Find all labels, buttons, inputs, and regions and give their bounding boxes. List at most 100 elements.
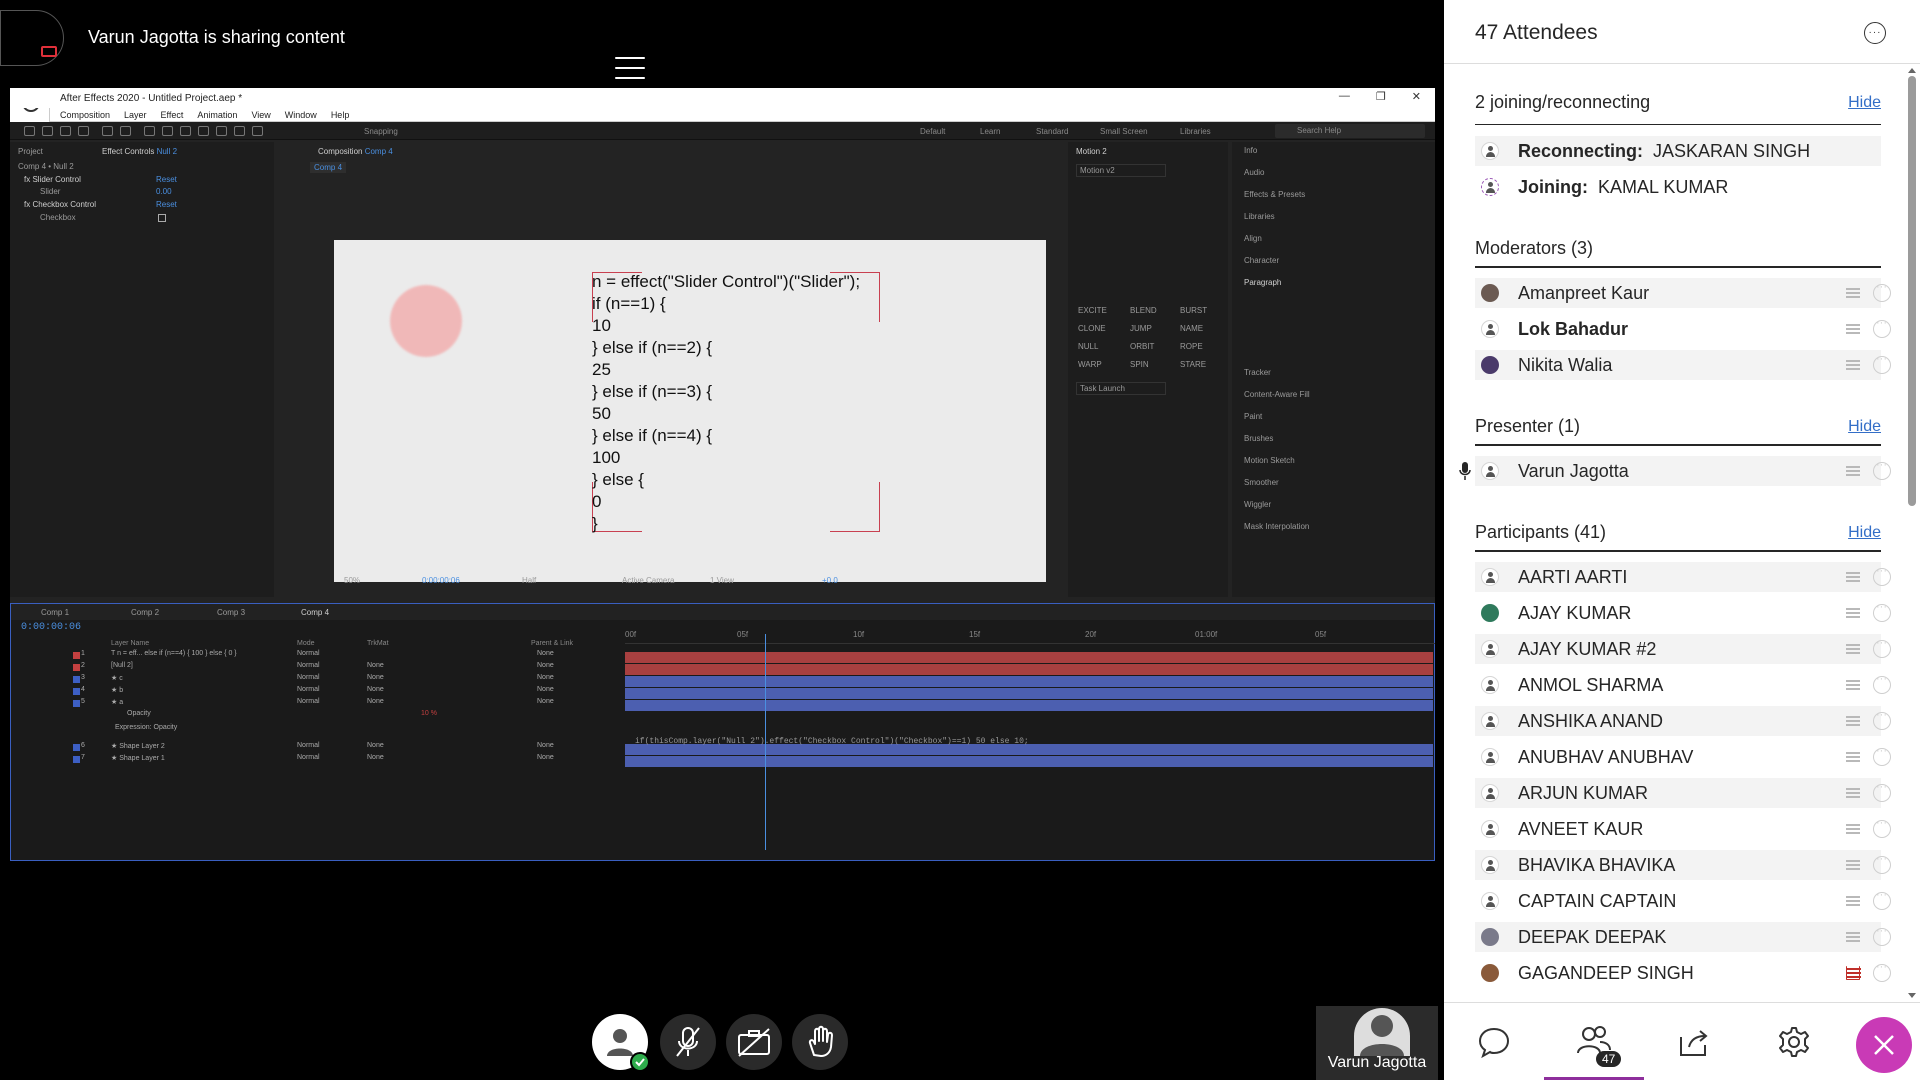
motion-button: WARP [1078, 360, 1102, 369]
joining-name: JASKARAN SINGH [1653, 141, 1811, 161]
attendee-more-icon[interactable] [1873, 781, 1891, 802]
share-content-tab[interactable] [1644, 1003, 1744, 1080]
avatar [1481, 676, 1499, 694]
settings-tab[interactable] [1744, 1003, 1844, 1080]
more-options-icon[interactable]: ··· [1864, 22, 1886, 44]
attendee-more-icon[interactable] [1873, 281, 1891, 302]
layer-row[interactable]: 4 ★ b Normal None None [11, 686, 611, 698]
scroll-down-icon[interactable] [1908, 993, 1916, 998]
layer-row[interactable]: 2 [Null 2] Normal None None [11, 662, 611, 674]
my-status-button[interactable] [592, 1014, 650, 1072]
attendee-row[interactable]: ANUBHAV ANUBHAV [1475, 742, 1891, 772]
avatar [1481, 784, 1499, 802]
attendee-row[interactable]: Amanpreet Kaur [1475, 278, 1891, 308]
attendee-menu-icon[interactable] [1846, 642, 1860, 656]
content-stage: Varun Jagotta is sharing content After E… [0, 0, 1444, 1080]
hide-presenter-link[interactable]: Hide [1848, 418, 1881, 436]
attendee-more-icon[interactable] [1873, 817, 1891, 838]
attendee-menu-icon[interactable] [1846, 894, 1860, 908]
attendee-more-icon[interactable] [1873, 459, 1891, 480]
attendee-row[interactable]: ARJUN KUMAR [1475, 778, 1891, 808]
attendee-more-icon[interactable] [1873, 889, 1891, 910]
attendee-name: AVNEET KAUR [1518, 819, 1644, 839]
close-panel-button[interactable] [1856, 1017, 1912, 1073]
hide-participants-link[interactable]: Hide [1848, 524, 1881, 542]
attendee-more-icon[interactable] [1873, 745, 1891, 766]
attendee-row[interactable]: AVNEET KAUR [1475, 814, 1891, 844]
attendee-menu-icon[interactable] [1846, 322, 1860, 336]
attendee-row[interactable]: AARTI AARTI [1475, 562, 1891, 592]
section-title: Presenter (1) [1475, 416, 1581, 436]
checkbox-icon [158, 214, 166, 222]
attendee-name: Lok Bahadur [1518, 319, 1629, 339]
microphone-button[interactable] [660, 1014, 716, 1070]
chat-tab[interactable] [1444, 1003, 1544, 1080]
attendee-menu-icon[interactable] [1846, 606, 1860, 620]
layer-row[interactable]: 3 ★ c Normal None None [11, 674, 611, 686]
attendees-tab[interactable]: 47 [1544, 1003, 1644, 1080]
presenter-video-tile[interactable]: Varun Jagotta [1316, 1006, 1438, 1080]
attendee-row[interactable]: GAGANDEEP SINGH [1475, 958, 1891, 988]
attendee-menu-icon[interactable] [1846, 750, 1860, 764]
attendee-row[interactable]: BHAVIKA BHAVIKA [1475, 850, 1891, 880]
attendee-row[interactable]: ANSHIKA ANAND [1475, 706, 1891, 736]
attendee-row[interactable]: Varun Jagotta [1459, 456, 1891, 486]
joining-item[interactable]: Reconnecting: JASKARAN SINGH [1475, 136, 1881, 166]
attendee-menu-icon[interactable] [1846, 358, 1860, 372]
attendee-menu-icon[interactable] [1846, 286, 1860, 300]
layer-row[interactable]: 6 ★ Shape Layer 2 Normal None None [11, 742, 611, 754]
session-menu-button[interactable] [0, 10, 645, 79]
layer-row[interactable]: 7 ★ Shape Layer 1 Normal None None [11, 754, 611, 766]
panel-info: Info [1244, 146, 1258, 155]
scroll-thumb[interactable] [1908, 76, 1916, 506]
attendee-more-icon[interactable] [1873, 637, 1891, 658]
attendee-row[interactable]: CAPTAIN CAPTAIN [1475, 886, 1891, 916]
attendee-menu-icon[interactable] [1846, 570, 1860, 584]
attendee-scrollbar[interactable] [1904, 64, 1920, 1002]
close-icon [1874, 1035, 1894, 1055]
attendee-row[interactable]: AJAY KUMAR [1475, 598, 1891, 628]
attendee-more-icon[interactable] [1873, 565, 1891, 586]
motion-panel-title: Motion 2 [1076, 147, 1107, 156]
attendee-menu-icon[interactable] [1846, 822, 1860, 836]
scroll-up-icon[interactable] [1908, 68, 1916, 73]
joining-text: Joining: KAMAL KUMAR [1518, 177, 1728, 198]
attendee-menu-icon[interactable] [1846, 678, 1860, 692]
opacity-property-row[interactable]: Opacity 10 % [11, 710, 611, 722]
attendee-menu-icon[interactable] [1846, 464, 1860, 478]
attendee-more-icon[interactable] [1873, 709, 1891, 730]
attendee-menu-icon[interactable] [1846, 786, 1860, 800]
ae-menu-item: Composition [60, 109, 111, 120]
attendee-menu-icon[interactable] [1846, 966, 1861, 980]
attendee-more-icon[interactable] [1873, 853, 1891, 874]
raise-hand-button[interactable] [792, 1014, 848, 1070]
attendee-row[interactable]: Nikita Walia [1475, 350, 1891, 380]
code-line: if (n==1) { [592, 294, 666, 313]
attendee-more-icon[interactable] [1873, 925, 1891, 946]
timeline-tab: Comp 4 [301, 608, 330, 617]
attendee-more-icon[interactable] [1873, 673, 1891, 694]
attendee-row[interactable]: AJAY KUMAR #2 [1475, 634, 1891, 664]
attendee-more-icon[interactable] [1873, 961, 1891, 982]
attendee-more-icon[interactable] [1873, 601, 1891, 622]
joining-item[interactable]: Joining: KAMAL KUMAR [1475, 172, 1881, 202]
ruler-tick: 15f [969, 630, 981, 639]
motion-button: SPIN [1130, 360, 1149, 369]
motion-button: STARE [1180, 360, 1207, 369]
viewer-zoom: 50% [344, 576, 361, 585]
attendee-more-icon[interactable] [1873, 317, 1891, 338]
timeline-timecode: 0:00:00:06 [21, 622, 82, 633]
attendee-menu-icon[interactable] [1846, 858, 1860, 872]
layer-row[interactable]: 5 ★ a Normal None None [11, 698, 611, 710]
attendee-menu-icon[interactable] [1846, 930, 1860, 944]
attendee-row[interactable]: Lok Bahadur [1475, 314, 1891, 344]
workspace-libraries: Libraries [1180, 127, 1211, 136]
attendee-more-icon[interactable] [1873, 353, 1891, 374]
attendee-menu-icon[interactable] [1846, 714, 1860, 728]
section-title: 2 joining/reconnecting [1475, 92, 1651, 112]
hide-joining-link[interactable]: Hide [1848, 94, 1881, 112]
attendee-row[interactable]: ANMOL SHARMA [1475, 670, 1891, 700]
layer-row[interactable]: 1 T n = eff... else if (n==4) { 100 } el… [11, 650, 611, 662]
attendee-row[interactable]: DEEPAK DEEPAK [1475, 922, 1891, 952]
camera-button[interactable] [726, 1014, 782, 1070]
